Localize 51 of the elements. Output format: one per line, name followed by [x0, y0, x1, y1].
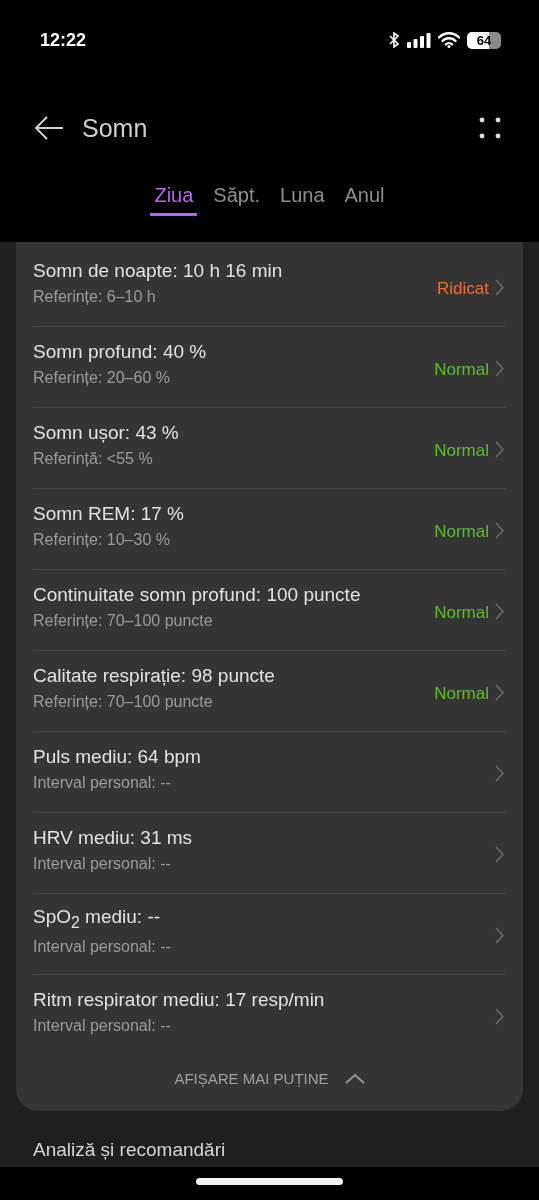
period-tab[interactable]: Luna	[276, 180, 329, 216]
metric-reference: Interval personal: --	[33, 774, 172, 792]
metric-title: Calitate respirație: 98 puncte	[33, 665, 276, 687]
metric-title: Somn REM: 17 %	[33, 503, 185, 525]
metric-row[interactable]: HRV mediu: 31 ms Interval personal: --	[33, 813, 506, 894]
metric-title: Somn ușor: 43 %	[33, 422, 180, 444]
metric-row[interactable]: Somn ușor: 43 % Referință: <55 % Normal	[33, 408, 506, 489]
metric-reference: Referințe: 10–30 %	[33, 531, 171, 549]
chevron-up-icon	[344, 1072, 365, 1084]
period-tab[interactable]: Săpt.	[209, 180, 265, 216]
status-time: 12:22	[40, 29, 87, 51]
metric-row[interactable]: Somn REM: 17 % Referințe: 10–30 % Normal	[33, 489, 506, 570]
metric-status: Normal	[434, 359, 489, 380]
page-title: Somn	[82, 113, 149, 143]
show-less-button[interactable]: AFIȘARE MAI PUȚINE	[166, 1055, 373, 1101]
bluetooth-icon	[388, 32, 400, 48]
metric-reference: Referințe: 70–100 puncte	[33, 612, 214, 630]
metric-reference: Referințe: 70–100 puncte	[33, 693, 214, 711]
metric-title: Ritm respirator mediu: 17 resp/min	[33, 989, 326, 1011]
metric-row[interactable]: Calitate respirație: 98 puncte Referințe: 70–100 puncte Normal	[33, 651, 506, 732]
metric-status: Normal	[434, 521, 489, 542]
metric-row[interactable]: Continuitate somn profund: 100 puncte Referințe: 70–100 puncte Normal	[33, 570, 506, 651]
metric-reference: Referințe: 6–10 h	[33, 288, 157, 306]
metric-reference: Referință: <55 %	[33, 450, 154, 468]
signal-icon	[407, 32, 431, 48]
metric-row[interactable]: Somn profund: 40 % Referințe: 20–60 % Normal	[33, 327, 506, 408]
metric-status: Normal	[434, 440, 489, 461]
metric-row[interactable]: SpO$_{2}$ mediu: -- Interval personal: --	[33, 894, 506, 975]
section-title: Analiză și recomandări	[32, 1138, 227, 1161]
metric-title: SpO$_{2}$ mediu: --	[33, 906, 162, 932]
metric-title: Continuitate somn profund: 100 puncte	[33, 584, 362, 606]
metric-row[interactable]: Puls mediu: 64 bpm Interval personal: --	[33, 732, 506, 813]
metric-title: Puls mediu: 64 bpm	[33, 746, 202, 768]
metric-status: Normal	[434, 602, 489, 623]
metric-reference: Interval personal: --	[33, 937, 172, 956]
battery-icon: 64	[467, 31, 501, 49]
back-arrow-icon[interactable]	[34, 115, 64, 141]
metric-row[interactable]: Somn de noapte: 10 h 16 min Referințe: 6–10 h Ridicat	[33, 246, 506, 327]
metric-status: Normal	[434, 683, 489, 704]
metric-reference: Interval personal: --	[33, 1017, 172, 1035]
period-tab[interactable]: Anul	[340, 180, 389, 216]
metric-reference: Referințe: 20–60 %	[33, 369, 171, 387]
metric-row[interactable]: Ritm respirator mediu: 17 resp/min Interval personal: --	[33, 975, 506, 1055]
metric-status: Ridicat	[437, 278, 489, 299]
metric-title: HRV mediu: 31 ms	[33, 827, 194, 849]
dots-icon[interactable]	[479, 117, 501, 139]
metric-title: Somn profund: 40 %	[33, 341, 208, 363]
metric-reference: Interval personal: --	[33, 855, 172, 873]
metric-title: Somn de noapte: 10 h 16 min	[33, 260, 284, 282]
wifi-icon	[438, 32, 460, 48]
period-tab[interactable]: Ziua	[150, 180, 198, 216]
